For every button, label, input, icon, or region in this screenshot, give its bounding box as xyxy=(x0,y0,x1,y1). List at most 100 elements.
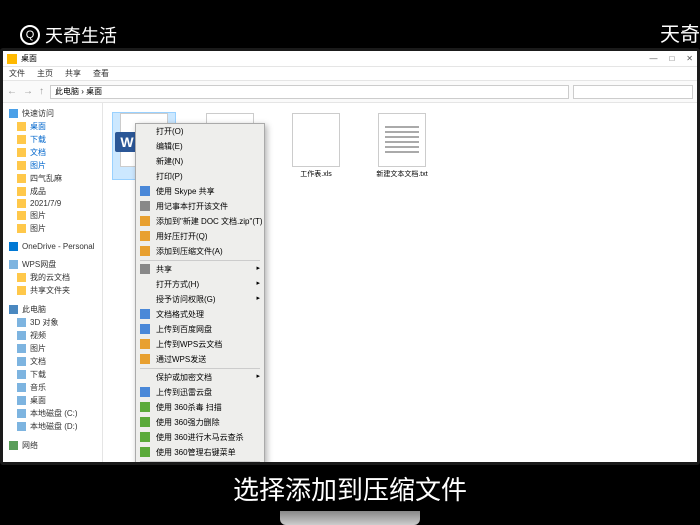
sidebar-item[interactable]: 快速访问 xyxy=(5,107,100,120)
sidebar-item[interactable]: 本地磁盘 (C:) xyxy=(5,407,100,420)
minimize-button[interactable]: — xyxy=(649,54,657,63)
sidebar-item[interactable]: 文档 xyxy=(5,146,100,159)
menu-file[interactable]: 文件 xyxy=(9,68,25,79)
excel-file-icon xyxy=(292,113,340,167)
search-input[interactable] xyxy=(573,85,693,99)
context-menu-item[interactable]: 用好压打开(Q) xyxy=(136,229,264,244)
context-menu-item[interactable]: 上传到百度网盘 xyxy=(136,322,264,337)
sidebar-item[interactable]: 下载 xyxy=(5,368,100,381)
menu-item-icon xyxy=(140,339,150,349)
drive-icon xyxy=(17,357,26,366)
context-menu-item[interactable]: 打印(P) xyxy=(136,169,264,184)
menu-item-label: 通过WPS发送 xyxy=(156,355,206,364)
context-menu-item[interactable]: 使用 360进行木马云查杀 xyxy=(136,430,264,445)
forward-button[interactable]: → xyxy=(23,86,33,97)
watermark-left: Q 天奇生活 xyxy=(20,22,117,48)
sidebar-item[interactable]: 图片 xyxy=(5,222,100,235)
back-button[interactable]: ← xyxy=(7,86,17,97)
context-menu-item[interactable]: 授予访问权限(G) xyxy=(136,292,264,307)
sidebar-item[interactable]: 图片 xyxy=(5,159,100,172)
context-menu-item[interactable]: 打开方式(H) xyxy=(136,277,264,292)
context-menu-item[interactable]: 通过WPS发送 xyxy=(136,352,264,367)
menu-item-label: 使用 360管理右键菜单 xyxy=(156,448,236,457)
drive-icon xyxy=(17,409,26,418)
context-menu-item[interactable]: 用记事本打开该文件 xyxy=(136,199,264,214)
context-menu-item[interactable]: 使用 360强力删除 xyxy=(136,415,264,430)
sidebar-item[interactable]: 共享文件夹 xyxy=(5,284,100,297)
context-menu-item[interactable]: 上传到WPS云文档 xyxy=(136,337,264,352)
sidebar-item-label: 桌面 xyxy=(30,121,46,132)
context-menu-item[interactable]: 保护或加密文档 xyxy=(136,370,264,385)
sidebar-item[interactable]: OneDrive - Personal xyxy=(5,241,100,252)
sidebar-item-label: 图片 xyxy=(30,160,46,171)
context-menu-item[interactable]: 使用 360管理右键菜单 xyxy=(136,445,264,460)
drive-icon xyxy=(9,260,18,269)
menu-home[interactable]: 主页 xyxy=(37,68,53,79)
sidebar-item[interactable]: 文档 xyxy=(5,355,100,368)
folder-icon xyxy=(17,211,26,220)
sidebar-item[interactable]: 成品 xyxy=(5,185,100,198)
menu-item-label: 打开方式(H) xyxy=(156,280,199,289)
up-button[interactable]: ↑ xyxy=(39,86,44,97)
sidebar-item-label: 成品 xyxy=(30,186,46,197)
menu-item-icon xyxy=(140,309,150,319)
file-item[interactable]: 新建文本文档.txt xyxy=(371,113,433,179)
context-menu-item[interactable]: 打开(O) xyxy=(136,124,264,139)
content-area[interactable]: 打开(O)编辑(E)新建(N)打印(P)使用 Skype 共享用记事本打开该文件… xyxy=(103,103,697,462)
sidebar-item-label: 3D 对象 xyxy=(30,317,58,328)
sidebar-item[interactable]: 下载 xyxy=(5,133,100,146)
maximize-button[interactable]: □ xyxy=(669,54,674,63)
sidebar-item[interactable]: 视频 xyxy=(5,329,100,342)
file-item[interactable]: 工作表.xls xyxy=(285,113,347,179)
video-caption: 选择添加到压缩文件 xyxy=(0,470,700,507)
sidebar-item[interactable]: 桌面 xyxy=(5,120,100,133)
sidebar-item-label: 文档 xyxy=(30,147,46,158)
sidebar-item[interactable]: WPS网盘 xyxy=(5,258,100,271)
sidebar-item-label: 2021/7/9 xyxy=(30,199,61,208)
breadcrumb[interactable]: 此电脑 › 桌面 xyxy=(50,85,569,99)
context-menu-item[interactable]: 添加到压缩文件(A) xyxy=(136,244,264,259)
folder-icon xyxy=(17,161,26,170)
sidebar-item-label: 本地磁盘 (C:) xyxy=(30,408,78,419)
sidebar-item[interactable]: 四气乱麻 xyxy=(5,172,100,185)
file-label: 新建文本文档.txt xyxy=(376,169,427,179)
sidebar-item-label: 桌面 xyxy=(30,395,46,406)
drive-icon xyxy=(17,344,26,353)
sidebar-item[interactable]: 此电脑 xyxy=(5,303,100,316)
context-menu: 打开(O)编辑(E)新建(N)打印(P)使用 Skype 共享用记事本打开该文件… xyxy=(135,123,265,462)
logo-icon: Q xyxy=(20,25,40,45)
sidebar-item[interactable]: 我的云文档 xyxy=(5,271,100,284)
menu-item-label: 使用 360杀毒 扫描 xyxy=(156,403,222,412)
sidebar-item[interactable]: 2021/7/9 xyxy=(5,198,100,209)
folder-icon xyxy=(7,54,17,64)
menu-item-label: 添加到"新建 DOC 文档.zip"(T) xyxy=(156,217,263,226)
sidebar-item[interactable]: 本地磁盘 (D:) xyxy=(5,420,100,433)
window-title: 桌面 xyxy=(21,53,37,64)
menu-share[interactable]: 共享 xyxy=(65,68,81,79)
folder-icon xyxy=(17,199,26,208)
sidebar-item[interactable]: 图片 xyxy=(5,209,100,222)
menu-item-label: 上传到迅雷云盘 xyxy=(156,388,212,397)
sidebar-item[interactable]: 桌面 xyxy=(5,394,100,407)
menu-item-label: 保护或加密文档 xyxy=(156,373,212,382)
sidebar-item[interactable]: 网络 xyxy=(5,439,100,452)
context-menu-item[interactable]: 使用 360杀毒 扫描 xyxy=(136,400,264,415)
context-menu-item[interactable]: 使用 Skype 共享 xyxy=(136,184,264,199)
context-menu-item[interactable]: 上传到迅雷云盘 xyxy=(136,385,264,400)
menu-bar: 文件 主页 共享 查看 xyxy=(3,67,697,81)
context-menu-item[interactable]: 共享 xyxy=(136,262,264,277)
sidebar-item-label: 文档 xyxy=(30,356,46,367)
menu-item-label: 上传到百度网盘 xyxy=(156,325,212,334)
context-menu-item[interactable]: 添加到"新建 DOC 文档.zip"(T) xyxy=(136,214,264,229)
sidebar-item[interactable]: 3D 对象 xyxy=(5,316,100,329)
folder-icon xyxy=(17,122,26,131)
sidebar-item[interactable]: 图片 xyxy=(5,342,100,355)
menu-view[interactable]: 查看 xyxy=(93,68,109,79)
menu-item-icon xyxy=(140,246,150,256)
context-menu-item[interactable]: 新建(N) xyxy=(136,154,264,169)
sidebar-item[interactable]: 音乐 xyxy=(5,381,100,394)
context-menu-item[interactable]: 文档格式处理 xyxy=(136,307,264,322)
folder-icon xyxy=(17,286,26,295)
context-menu-item[interactable]: 编辑(E) xyxy=(136,139,264,154)
close-button[interactable]: ✕ xyxy=(686,54,693,63)
